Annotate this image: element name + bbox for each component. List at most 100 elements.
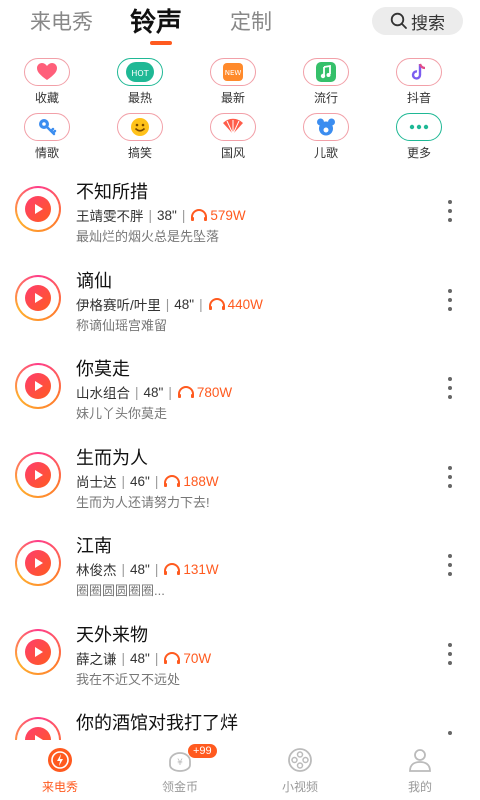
play-icon: [35, 293, 43, 303]
more-options-icon[interactable]: [444, 289, 456, 311]
category-label: 搞笑: [127, 146, 152, 160]
tab-call-show[interactable]: 来电秀: [30, 6, 93, 36]
song-meta: 王靖雯不胖 | 38" | 579W: [76, 205, 246, 225]
category-label: 最新: [220, 91, 245, 105]
more-options-icon[interactable]: [444, 200, 456, 222]
headphone-icon: [164, 563, 181, 575]
category-label: 儿歌: [313, 146, 338, 160]
category-favorites[interactable]: 收藏: [17, 58, 77, 106]
category-label: 最热: [127, 91, 152, 105]
more-options-icon[interactable]: [444, 377, 456, 399]
play-count: 188W: [183, 473, 219, 489]
play-button[interactable]: [15, 363, 61, 409]
song-artist: 王靖雯不胖: [76, 209, 144, 224]
heart-icon: [37, 63, 57, 80]
category-popular[interactable]: 流行: [296, 58, 356, 106]
play-button[interactable]: [15, 629, 61, 675]
headphone-icon: [164, 652, 181, 664]
svg-text:¥: ¥: [177, 758, 183, 768]
key-icon: [39, 119, 57, 136]
smile-icon: [131, 118, 149, 136]
song-lyric: 妹儿丫头你莫走: [76, 406, 168, 421]
play-count: 440W: [227, 296, 263, 312]
song-title: 你的酒馆对我打了烊: [76, 713, 238, 733]
song-meta: 薛之谦 | 48" | 70W: [76, 648, 211, 668]
list-item[interactable]: 江南 林俊杰 | 48" | 131W 圈圈圆圆圈圈...: [0, 524, 480, 612]
song-artist: 薛之谦: [76, 652, 117, 667]
nav-label: 领金币: [161, 780, 198, 794]
category-love-songs[interactable]: 情歌: [17, 113, 77, 161]
more-options-icon[interactable]: [444, 643, 456, 665]
song-duration: 48": [130, 561, 150, 577]
svg-text:NEW: NEW: [225, 69, 242, 77]
bottom-nav: 来电秀 ¥ +99 领金币 小视频 我的: [0, 740, 480, 800]
nav-short-video[interactable]: 小视频: [260, 746, 340, 795]
more-options-icon[interactable]: [444, 466, 456, 488]
list-item[interactable]: 生而为人 尚士达 | 46" | 188W 生而为人还请努力下去!: [0, 436, 480, 524]
song-lyric: 圈圈圆圆圈圈...: [76, 583, 165, 598]
song-duration: 48": [143, 384, 164, 400]
list-item[interactable]: 你莫走 山水组合 | 48" | 780W 妹儿丫头你莫走: [0, 347, 480, 435]
list-item[interactable]: 天外来物 薛之谦 | 48" | 70W 我在不近又不远处: [0, 613, 480, 701]
category-label: 情歌: [34, 146, 59, 160]
tab-custom[interactable]: 定制: [230, 6, 272, 36]
nav-label: 我的: [407, 780, 432, 794]
play-button[interactable]: [15, 452, 61, 498]
tab-ringtone[interactable]: 铃声: [130, 2, 182, 39]
play-button[interactable]: [15, 275, 61, 321]
search-icon: [390, 12, 407, 29]
song-artist: 山水组合: [76, 386, 130, 401]
category-newest[interactable]: NEW 最新: [203, 58, 263, 106]
category-hottest[interactable]: HOT 最热: [110, 58, 170, 106]
category-more[interactable]: 更多: [389, 113, 449, 161]
search-button[interactable]: 搜索: [372, 7, 463, 35]
play-icon: [35, 647, 43, 657]
song-artist: 伊格赛听/叶里: [76, 298, 161, 313]
song-lyric: 称谪仙瑶宫难留: [76, 318, 168, 333]
category-kids-songs[interactable]: 儿歌: [296, 113, 356, 161]
song-title: 天外来物: [76, 625, 148, 645]
song-duration: 38": [157, 207, 177, 223]
song-artist: 尚士达: [76, 475, 117, 490]
play-icon: [35, 558, 43, 568]
more-options-icon[interactable]: [444, 731, 456, 740]
list-item[interactable]: 谪仙 伊格赛听/叶里 | 48" | 440W 称谪仙瑶宫难留: [0, 259, 480, 347]
call-show-icon: [48, 748, 72, 772]
category-label: 更多: [406, 146, 431, 160]
song-duration: 48": [130, 650, 150, 666]
play-icon: [35, 204, 43, 214]
song-meta: 林俊杰 | 48" | 131W: [76, 559, 219, 579]
list-item[interactable]: 你的酒馆对我打了烊: [0, 701, 480, 740]
fan-icon: [223, 118, 243, 135]
hot-badge-icon: HOT: [126, 62, 154, 82]
search-label: 搜索: [411, 13, 445, 33]
nav-earn-coins[interactable]: ¥ +99 领金币: [140, 744, 220, 795]
new-badge-icon: NEW: [223, 63, 243, 81]
category-funny[interactable]: 搞笑: [110, 113, 170, 161]
more-options-icon[interactable]: [444, 554, 456, 576]
song-meta: 尚士达 | 46" | 188W: [76, 471, 219, 491]
nav-mine[interactable]: 我的: [380, 746, 460, 795]
song-title: 江南: [76, 536, 112, 556]
song-meta: 伊格赛听/叶里 | 48" | 440W: [76, 294, 263, 314]
coin-badge: +99: [188, 744, 217, 758]
play-count: 579W: [210, 207, 246, 223]
list-item[interactable]: 不知所措 王靖雯不胖 | 38" | 579W 最灿烂的烟火总是先坠落: [0, 170, 480, 258]
headphone-icon: [208, 298, 225, 310]
song-lyric: 我在不近又不远处: [76, 672, 181, 687]
play-button[interactable]: [15, 717, 61, 740]
play-icon: [35, 381, 43, 391]
category-chinese-style[interactable]: 国风: [203, 113, 263, 161]
song-duration: 46": [130, 473, 150, 489]
nav-label: 来电秀: [41, 780, 78, 794]
play-count: 131W: [183, 561, 219, 577]
play-button[interactable]: [15, 540, 61, 586]
headphone-icon: [191, 209, 208, 221]
headphone-icon: [164, 475, 181, 487]
music-note-icon: [316, 62, 336, 82]
play-button[interactable]: [15, 186, 61, 232]
nav-call-show[interactable]: 来电秀: [20, 746, 100, 795]
song-artist: 林俊杰: [76, 563, 117, 578]
user-icon: [409, 749, 431, 772]
category-tiktok[interactable]: 抖音: [389, 58, 449, 106]
